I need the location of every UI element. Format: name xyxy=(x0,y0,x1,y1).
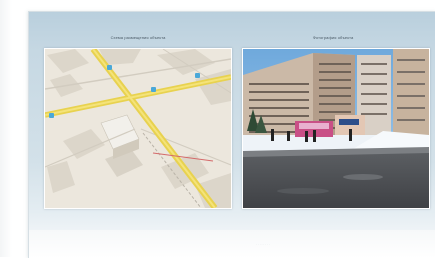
map-caption: Схема размещения объекта xyxy=(110,35,166,40)
card-footer xyxy=(29,230,435,258)
photo-image xyxy=(243,49,429,208)
footer-text: · · · · · · · · xyxy=(256,242,270,246)
location-map[interactable] xyxy=(44,48,232,209)
map-canvas[interactable] xyxy=(45,49,231,208)
object-photo[interactable] xyxy=(242,48,430,209)
left-edge-gutter xyxy=(0,0,12,257)
photo-caption: Фотография объекта xyxy=(312,35,354,40)
